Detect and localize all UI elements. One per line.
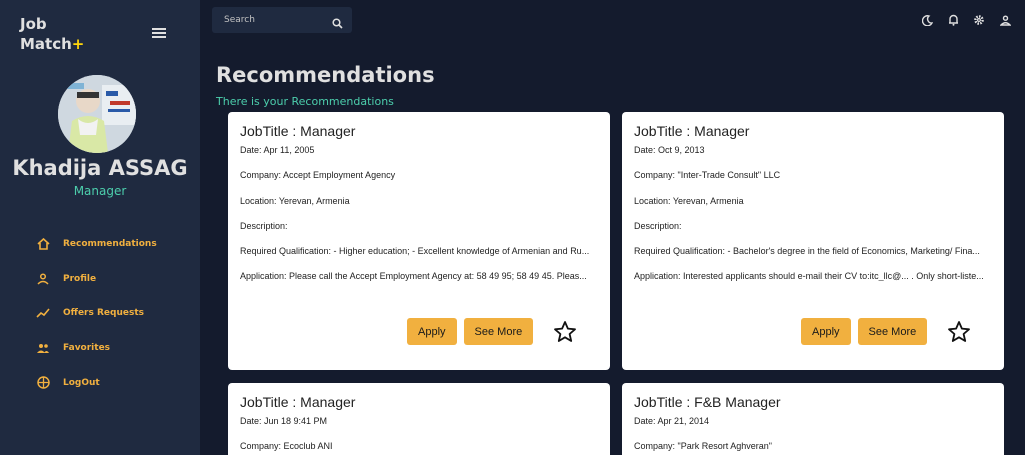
person-icon[interactable] <box>997 12 1013 28</box>
logo-plus: + <box>71 35 85 53</box>
star-icon[interactable] <box>947 320 971 344</box>
job-qualification: Required Qualification: - Higher educati… <box>240 246 590 257</box>
logout-icon <box>36 376 50 390</box>
job-title: JobTitle : Manager <box>240 394 356 410</box>
trending-icon <box>36 306 50 320</box>
job-company: Company: Ecoclub ANI <box>240 441 333 452</box>
sidebar: Job Match+ Khadija ASSAG Manager Recomme… <box>0 0 200 455</box>
settings-icon[interactable] <box>971 12 987 28</box>
job-description: Description: <box>240 220 288 231</box>
job-title: JobTitle : Manager <box>634 123 750 139</box>
job-location: Location: Yerevan, Armenia <box>634 195 744 206</box>
user-name: Khadija ASSAG <box>12 156 188 180</box>
job-date: Date: Oct 9, 2013 <box>634 145 705 155</box>
sidebar-item-label: Favorites <box>63 343 111 354</box>
home-icon <box>36 237 50 251</box>
sidebar-item-profile[interactable]: Profile <box>0 262 200 297</box>
moon-icon[interactable] <box>919 12 935 28</box>
search-input[interactable] <box>224 15 324 25</box>
sidebar-item-logout[interactable]: LogOut <box>0 365 200 400</box>
sidebar-item-favorites[interactable]: Favorites <box>0 331 200 366</box>
bell-icon[interactable] <box>945 12 961 28</box>
logo-line-1: Job <box>20 15 47 33</box>
sidebar-item-label: Recommendations <box>63 239 157 250</box>
job-date: Date: Jun 18 9:41 PM <box>240 416 328 426</box>
user-role: Manager <box>73 184 127 198</box>
job-company: Company: "Inter-Trade Consult" LLC <box>634 170 781 181</box>
apply-button[interactable]: Apply <box>407 318 457 345</box>
logo-line-2: Match <box>20 35 72 53</box>
sidebar-item-offers-requests[interactable]: Offers Requests <box>0 296 200 331</box>
job-card: JobTitle : F&B Manager Date: Apr 21, 201… <box>622 383 1004 455</box>
page-subtitle: There is your Recommendations <box>216 95 394 108</box>
menu-toggle-icon[interactable] <box>152 28 166 38</box>
sidebar-item-label: Profile <box>63 273 97 284</box>
person-icon <box>36 272 50 286</box>
sidebar-item-label: LogOut <box>63 377 100 388</box>
topbar-icons <box>919 12 1013 28</box>
page-title: Recommendations <box>216 63 435 87</box>
job-title: JobTitle : Manager <box>240 123 356 139</box>
job-date: Date: Apr 21, 2014 <box>634 416 710 426</box>
see-more-button[interactable]: See More <box>857 318 928 345</box>
sidebar-nav: Recommendations Profile Offers Requests … <box>0 227 200 400</box>
job-title: JobTitle : F&B Manager <box>634 394 781 410</box>
app-logo[interactable]: Job Match+ <box>20 14 84 54</box>
search-bar <box>212 7 352 33</box>
people-icon <box>36 341 50 355</box>
sidebar-item-label: Offers Requests <box>63 308 144 319</box>
job-application: Application: Interested applicants shoul… <box>634 271 984 282</box>
job-qualification: Required Qualification: - Bachelor's deg… <box>634 246 980 257</box>
job-application: Application: Please call the Accept Empl… <box>240 271 587 282</box>
job-company: Company: Accept Employment Agency <box>240 170 396 181</box>
job-card: JobTitle : Manager Date: Oct 9, 2013 Com… <box>622 112 1004 370</box>
apply-button[interactable]: Apply <box>801 318 851 345</box>
sidebar-item-recommendations[interactable]: Recommendations <box>0 227 200 262</box>
job-card: JobTitle : Manager Date: Jun 18 9:41 PM … <box>228 383 610 455</box>
star-icon[interactable] <box>553 320 577 344</box>
job-location: Location: Yerevan, Armenia <box>240 195 350 206</box>
job-card: JobTitle : Manager Date: Apr 11, 2005 Co… <box>228 112 610 370</box>
avatar <box>58 75 136 153</box>
search-icon[interactable] <box>332 14 343 29</box>
see-more-button[interactable]: See More <box>463 318 534 345</box>
job-company: Company: "Park Resort Aghveran" <box>634 441 772 452</box>
job-description: Description: <box>634 220 682 231</box>
job-date: Date: Apr 11, 2005 <box>240 145 315 155</box>
